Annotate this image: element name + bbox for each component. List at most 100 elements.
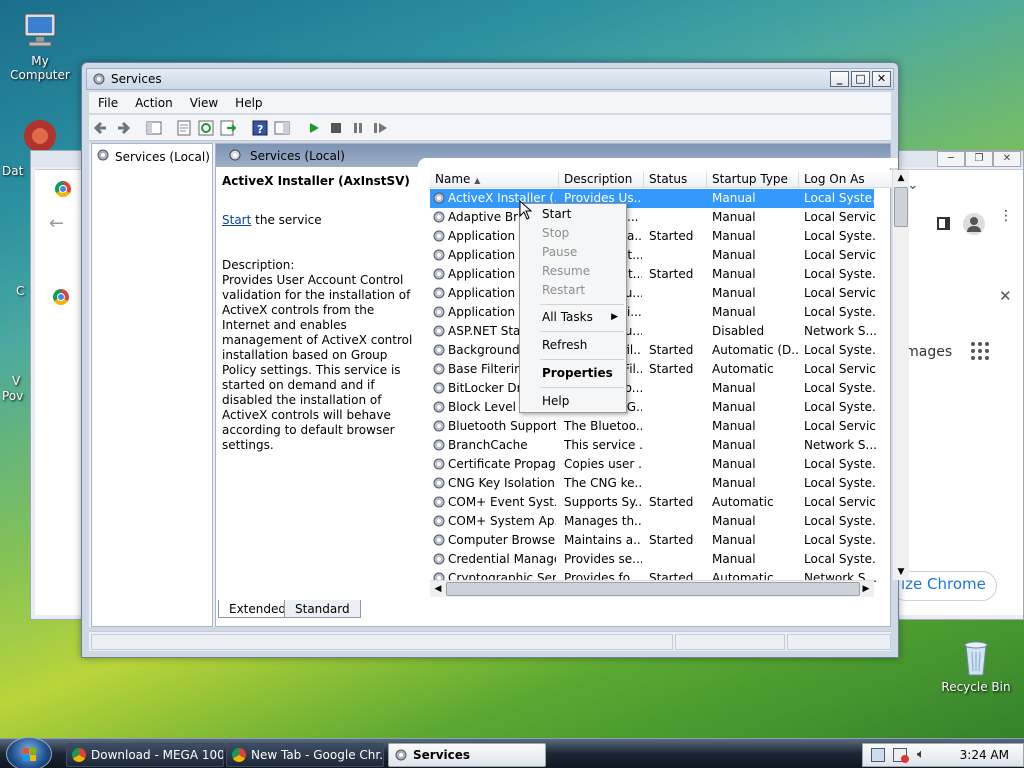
table-row[interactable]: Bluetooth Support... The Bluetoo... Manual… — [430, 417, 876, 436]
maximize-button[interactable]: ❐ — [965, 151, 993, 167]
horizontal-scrollbar[interactable]: ◀ ▶ — [430, 580, 874, 597]
network-icon[interactable] — [871, 748, 885, 762]
refresh-icon[interactable] — [197, 119, 215, 137]
cell-startup: Manual — [712, 267, 756, 281]
service-gear-icon — [432, 191, 446, 205]
table-row[interactable]: ActiveX Installer (... Provides Us... Manu… — [430, 189, 876, 208]
cell-startup: Manual — [712, 457, 756, 471]
export-list-icon[interactable] — [219, 119, 237, 137]
menu-item-help[interactable]: Help — [542, 394, 569, 408]
side-panel-icon[interactable] — [937, 217, 950, 230]
start-service-link[interactable]: Start — [222, 213, 251, 227]
scroll-right-arrow-icon[interactable]: ▶ — [858, 581, 874, 597]
cell-startup: Manual — [712, 400, 756, 414]
forward-arrow-icon[interactable] — [114, 119, 132, 137]
restart-service-icon[interactable] — [371, 119, 389, 137]
table-row[interactable]: Credential Manager Provides se... Manual Lo… — [430, 550, 876, 569]
volume-icon[interactable]: 🔈︎ — [917, 747, 925, 762]
scroll-up-arrow-icon[interactable]: ▲ — [893, 170, 909, 186]
cell-startup: Automatic — [712, 362, 774, 376]
menu-item-refresh[interactable]: Refresh — [542, 338, 587, 352]
table-row[interactable]: CNG Key Isolation The CNG ke... Manual Loca… — [430, 474, 876, 493]
menu-action[interactable]: Action — [126, 92, 181, 110]
tab-standard[interactable]: Standard — [284, 600, 361, 618]
recycle-bin-desktop-icon[interactable]: Recycle Bin — [936, 636, 1016, 694]
cell-startup: Manual — [712, 419, 756, 433]
vertical-scrollbar[interactable]: ▲ ▼ — [892, 170, 909, 580]
table-row[interactable]: Application Info...Facilitates t...Start… — [430, 265, 876, 284]
cell-status: Started — [649, 495, 694, 509]
services-gear-icon — [96, 148, 110, 165]
table-row[interactable]: Background Intel...Transfers fil...Start… — [430, 341, 876, 360]
menu-view[interactable]: View — [181, 92, 226, 110]
table-row[interactable]: Adaptive Brig...Monitors a...ManualLocal… — [430, 208, 876, 227]
scroll-thumb[interactable] — [446, 582, 860, 596]
scroll-left-arrow-icon[interactable]: ◀ — [430, 581, 446, 597]
column-header-status[interactable]: Status — [643, 172, 706, 188]
profile-avatar-icon[interactable] — [963, 213, 985, 235]
show-hide-action-pane-icon[interactable] — [273, 119, 291, 137]
column-header-log-on-as[interactable]: Log On As — [798, 172, 892, 188]
cell-name: Credential Manager — [448, 552, 556, 566]
column-header-description[interactable]: Description — [558, 172, 643, 188]
back-arrow-icon[interactable] — [92, 119, 110, 137]
kebab-menu-icon[interactable]: ⋮ — [999, 209, 1013, 223]
apps-grid-icon[interactable] — [971, 342, 989, 360]
partial-desktop-label: Pov — [2, 389, 24, 403]
table-row[interactable]: ASP.NET State...Provides su...DisabledNe… — [430, 322, 876, 341]
table-row[interactable]: COM+ Event Syst... Supports Sy... Started A… — [430, 493, 876, 512]
maximize-button[interactable]: □ — [851, 71, 870, 87]
services-window[interactable]: Services _ □ ✕ File Action View Help ? Serv… — [81, 62, 909, 658]
help-icon[interactable]: ? — [251, 119, 269, 137]
console-tree-icon[interactable] — [145, 119, 163, 137]
table-row[interactable]: COM+ System Ap... Manages th... Manual Loca… — [430, 512, 876, 531]
menu-help[interactable]: Help — [226, 92, 270, 110]
table-row[interactable]: Certificate Propag... Copies user ... Manu… — [430, 455, 876, 474]
status-segment — [787, 634, 891, 650]
table-row[interactable]: Application Exp...Processes a...StartedM… — [430, 227, 876, 246]
minimize-button[interactable]: _ — [830, 71, 849, 87]
taskbar-button-label: Download - MEGA 100... — [91, 748, 224, 762]
cell-logon: Local Syste... — [804, 476, 876, 490]
my-computer-desktop-icon[interactable]: My Computer — [0, 10, 80, 82]
taskbar-button-label: New Tab - Google Chr... — [251, 748, 384, 762]
back-arrow-icon[interactable]: ← — [49, 213, 64, 234]
column-header-startup-type[interactable]: Startup Type — [706, 172, 798, 188]
taskbar-button-mega[interactable]: Download - MEGA 100... — [66, 743, 224, 767]
taskbar-button-services[interactable]: Services — [388, 743, 546, 767]
scroll-thumb[interactable] — [894, 187, 908, 227]
stop-service-icon[interactable] — [327, 119, 345, 137]
clock[interactable]: 3:24 AM — [960, 748, 1009, 762]
cell-logon: Local Syste... — [804, 533, 876, 547]
title-bar[interactable]: Services _ □ ✕ — [86, 68, 894, 90]
start-button[interactable] — [6, 737, 52, 768]
table-row[interactable]: Block Level Back...The WBENG...ManualLoc… — [430, 398, 876, 417]
properties-sheet-icon[interactable] — [175, 119, 193, 137]
table-row[interactable]: Application Lay...Provides su...ManualLo… — [430, 284, 876, 303]
cell-name: Certificate Propag... — [448, 457, 556, 471]
services-gear-icon — [92, 72, 106, 86]
service-gear-icon — [432, 533, 446, 547]
menu-item-start[interactable]: Start — [542, 207, 571, 221]
menu-file[interactable]: File — [89, 92, 126, 110]
close-button[interactable]: ✕ — [872, 71, 891, 87]
tree-item-services-local[interactable]: Services (Local) — [96, 148, 210, 165]
table-row[interactable]: Computer Browser Maintains a... Started Man… — [430, 531, 876, 550]
close-button[interactable]: ✕ — [993, 151, 1021, 167]
table-row[interactable]: Application Ident...Determinat...ManualL… — [430, 246, 876, 265]
menu-item-all-tasks[interactable]: All Tasks — [542, 310, 593, 324]
taskbar-button-chrome[interactable]: New Tab - Google Chr... — [226, 743, 384, 767]
table-row[interactable]: BranchCache This service ... Manual Network… — [430, 436, 876, 455]
minimize-button[interactable]: ─ — [937, 151, 965, 167]
close-icon[interactable]: ✕ — [999, 287, 1012, 305]
service-gear-icon — [432, 514, 446, 528]
pause-service-icon[interactable] — [349, 119, 367, 137]
start-service-icon[interactable] — [305, 119, 323, 137]
action-center-icon[interactable] — [893, 748, 909, 763]
table-row[interactable]: Base Filtering E...The Base Fil...Starte… — [430, 360, 876, 379]
scroll-down-arrow-icon[interactable]: ▼ — [893, 564, 909, 580]
column-header-name[interactable]: Name ▲ — [430, 172, 558, 188]
menu-item-properties[interactable]: Properties — [542, 366, 613, 380]
table-row[interactable]: BitLocker Drive En...BDESVC ho...ManualL… — [430, 379, 876, 398]
table-row[interactable]: Application Man...Processes i...ManualLo… — [430, 303, 876, 322]
